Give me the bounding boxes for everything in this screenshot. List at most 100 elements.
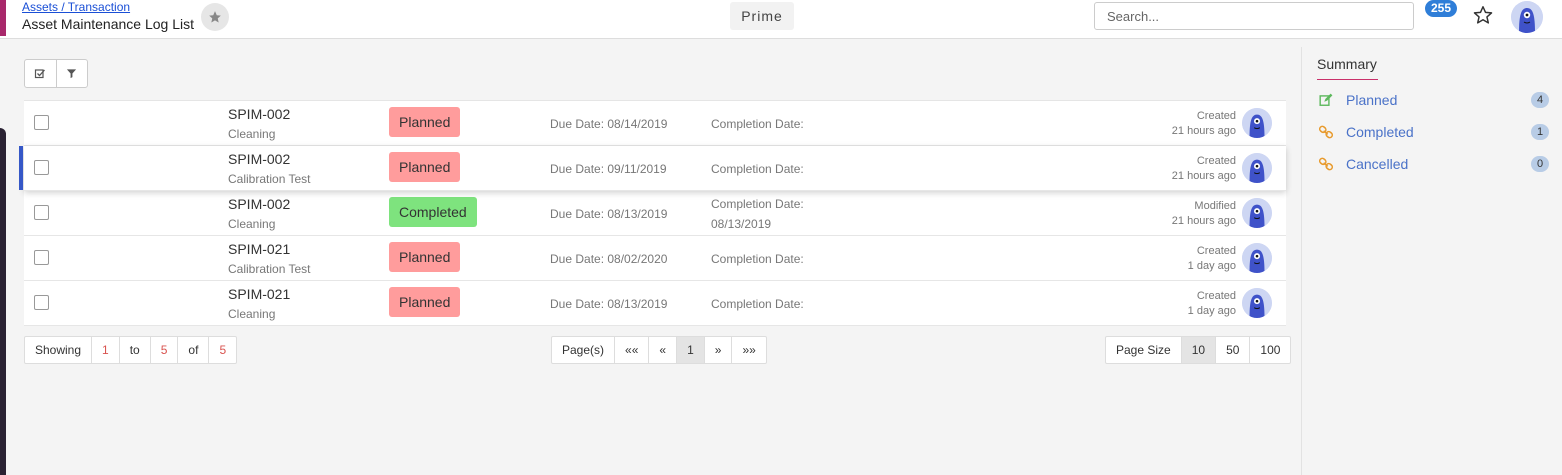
star-icon: [209, 11, 221, 23]
total-count: 5: [208, 337, 236, 363]
status-badge: Planned: [389, 242, 461, 272]
last-page-button[interactable]: »»: [731, 337, 765, 363]
breadcrumb[interactable]: Assets / Transaction: [22, 0, 130, 14]
audit-action: Created: [1196, 155, 1236, 167]
due-date: Due Date: 08/13/2019: [550, 207, 668, 221]
to-label: to: [118, 337, 150, 363]
prime-button[interactable]: Prime: [730, 2, 794, 30]
bookmark-star-icon[interactable]: [1472, 4, 1494, 26]
list-item[interactable]: SPIM-021 Cleaning Planned Due Date: 08/1…: [24, 281, 1286, 326]
maintenance-type: Calibration Test: [228, 172, 311, 186]
page-size-option-50[interactable]: 50: [1215, 337, 1249, 363]
due-date: Due Date: 08/13/2019: [550, 297, 668, 311]
count-badge: 1: [1531, 124, 1549, 140]
range-from: 1: [91, 337, 119, 363]
next-page-button[interactable]: »: [703, 337, 732, 363]
audit-action: Created: [1196, 290, 1236, 302]
row-checkbox[interactable]: [34, 160, 49, 175]
audit-action: Created: [1196, 110, 1236, 122]
link-icon: [1319, 125, 1333, 139]
select-mode-button[interactable]: [25, 60, 56, 87]
edit-icon: [1319, 93, 1333, 106]
asset-code: SPIM-002: [228, 196, 291, 212]
list-toolbar: [24, 59, 88, 88]
page-title: Asset Maintenance Log List: [22, 16, 194, 32]
count-badge: 4: [1531, 92, 1549, 108]
avatar: [1242, 153, 1272, 183]
audit-time: 1 day ago: [1187, 260, 1236, 272]
monster-avatar-icon: [1242, 153, 1272, 183]
due-date: Due Date: 08/14/2019: [550, 117, 668, 131]
audit-time: 21 hours ago: [1171, 125, 1236, 137]
list-item[interactable]: SPIM-021 Calibration Test Planned Due Da…: [24, 236, 1286, 281]
user-avatar[interactable]: [1511, 1, 1543, 33]
completion-date-value: 08/13/2019: [711, 217, 772, 231]
list-item[interactable]: SPIM-002 Calibration Test Planned Due Da…: [19, 146, 1286, 191]
page-size-label: Page Size: [1116, 343, 1171, 357]
left-rail: [0, 128, 6, 475]
completion-date-label: Completion Date:: [711, 197, 804, 211]
asset-code: SPIM-021: [228, 241, 291, 257]
app-accent-bar: [0, 0, 6, 36]
list-item[interactable]: SPIM-002 Cleaning Planned Due Date: 08/1…: [24, 101, 1286, 146]
summary-item-completed[interactable]: Completed 1: [1317, 122, 1549, 144]
summary-panel: Summary Planned 4 Completed 1 Cancelled …: [1301, 47, 1562, 475]
favorite-star-button[interactable]: [201, 3, 229, 31]
page-size-option-10[interactable]: 10: [1180, 337, 1216, 363]
monster-avatar-icon: [1242, 108, 1272, 138]
maintenance-log-list: SPIM-002 Cleaning Planned Due Date: 08/1…: [19, 100, 1286, 326]
status-badge: Planned: [389, 287, 461, 317]
prev-page-button[interactable]: «: [648, 337, 676, 363]
completion-date-label: Completion Date:: [711, 297, 804, 311]
status-badge: Completed: [389, 197, 477, 227]
avatar: [1242, 288, 1272, 318]
row-checkbox[interactable]: [34, 205, 49, 220]
asset-code: SPIM-002: [228, 106, 291, 122]
summary-item-planned[interactable]: Planned 4: [1317, 90, 1549, 112]
pages-label: Page(s): [562, 343, 605, 357]
first-page-button[interactable]: ««: [614, 337, 648, 363]
avatar: [1242, 243, 1272, 273]
row-checkbox[interactable]: [34, 295, 49, 310]
summary-item-cancelled[interactable]: Cancelled 0: [1317, 154, 1549, 176]
monster-avatar-icon: [1242, 198, 1272, 228]
completion-date-label: Completion Date:: [711, 117, 804, 131]
row-checkbox[interactable]: [34, 250, 49, 265]
search-input[interactable]: [1094, 2, 1414, 30]
range-to: 5: [149, 337, 178, 363]
summary-title: Summary: [1317, 56, 1377, 72]
completion-date-label: Completion Date:: [711, 252, 804, 266]
avatar: [1242, 108, 1272, 138]
audit-time: 21 hours ago: [1171, 215, 1236, 227]
list-item[interactable]: SPIM-002 Cleaning Completed Due Date: 08…: [24, 191, 1286, 236]
link-icon: [1319, 157, 1333, 171]
summary-label: Completed: [1346, 124, 1414, 140]
monster-avatar-icon: [1242, 243, 1272, 273]
due-date: Due Date: 08/02/2020: [550, 252, 668, 266]
audit-time: 21 hours ago: [1171, 170, 1236, 182]
completion-date-label: Completion Date:: [711, 162, 804, 176]
current-page-button[interactable]: 1: [676, 337, 704, 363]
audit-action: Modified: [1194, 200, 1236, 212]
check-square-icon: [35, 68, 46, 78]
audit-info: Created 1 day ago: [1188, 289, 1236, 319]
audit-info: Created 21 hours ago: [1172, 154, 1236, 184]
status-badge: Planned: [389, 152, 461, 182]
audit-action: Created: [1196, 245, 1236, 257]
audit-info: Created 21 hours ago: [1172, 109, 1236, 139]
asset-code: SPIM-021: [228, 286, 291, 302]
summary-label: Cancelled: [1346, 156, 1409, 172]
page-size-option-100[interactable]: 100: [1249, 337, 1290, 363]
filter-button[interactable]: [55, 60, 87, 87]
maintenance-type: Cleaning: [228, 127, 276, 141]
audit-info: Modified 21 hours ago: [1172, 199, 1236, 229]
row-checkbox[interactable]: [34, 115, 49, 130]
asset-code: SPIM-002: [228, 151, 291, 167]
maintenance-type: Calibration Test: [228, 262, 311, 276]
monster-avatar-icon: [1511, 1, 1543, 33]
top-header: Assets / Transaction Asset Maintenance L…: [0, 0, 1562, 39]
avatar: [1242, 198, 1272, 228]
summary-label: Planned: [1346, 92, 1398, 108]
notification-badge[interactable]: 255: [1425, 0, 1458, 17]
audit-time: 1 day ago: [1187, 305, 1236, 317]
